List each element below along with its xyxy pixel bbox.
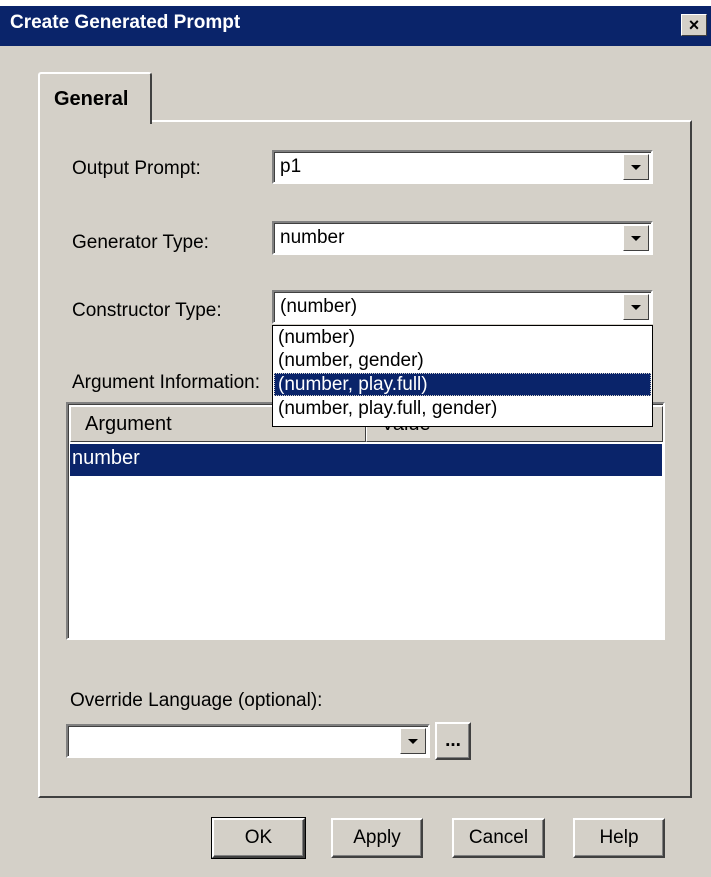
dropdown-option-highlighted[interactable]: (number, play.full) (274, 373, 651, 396)
constructor-type-value: (number) (280, 296, 358, 317)
close-icon: × (688, 15, 700, 35)
cancel-button[interactable]: Cancel (452, 818, 545, 858)
argument-cell: number (72, 447, 140, 469)
chevron-down-icon (631, 235, 641, 241)
window-title: Create Generated Prompt (10, 12, 241, 33)
help-button[interactable]: Help (573, 818, 665, 858)
constructor-type-label: Constructor Type: (72, 300, 222, 321)
constructor-type-dropdown-button[interactable] (623, 294, 649, 320)
argument-table: Argument Value number (66, 402, 665, 640)
argument-information-label: Argument Information: (72, 372, 260, 393)
output-prompt-value: p1 (280, 156, 302, 177)
chevron-down-icon (408, 738, 418, 744)
tab-general[interactable]: General (38, 72, 152, 124)
constructor-type-dropdown-list: (number) (number, gender) (number, play.… (272, 325, 653, 427)
generator-type-select[interactable]: number (272, 221, 653, 255)
close-button[interactable]: × (681, 14, 707, 36)
dropdown-option[interactable]: (number, play.full, gender) (274, 397, 651, 420)
chevron-down-icon (631, 304, 641, 310)
dropdown-option[interactable]: (number) (274, 326, 651, 349)
generator-type-label: Generator Type: (72, 232, 209, 253)
ok-button[interactable]: OK (211, 817, 306, 859)
override-language-label: Override Language (optional): (70, 690, 323, 711)
output-prompt-dropdown-button[interactable] (623, 154, 649, 180)
apply-button[interactable]: Apply (331, 818, 423, 858)
constructor-type-select[interactable]: (number) (272, 290, 653, 324)
dropdown-option[interactable]: (number, gender) (274, 349, 651, 372)
generator-type-value: number (280, 227, 345, 248)
generator-type-dropdown-button[interactable] (623, 225, 649, 251)
override-language-select[interactable] (66, 724, 430, 758)
output-prompt-select[interactable]: p1 (272, 150, 653, 184)
output-prompt-label: Output Prompt: (72, 158, 201, 179)
chevron-down-icon (631, 164, 641, 170)
override-language-dropdown-button[interactable] (400, 728, 426, 754)
browse-language-button[interactable]: ... (435, 722, 471, 760)
table-row[interactable]: number (70, 444, 662, 476)
